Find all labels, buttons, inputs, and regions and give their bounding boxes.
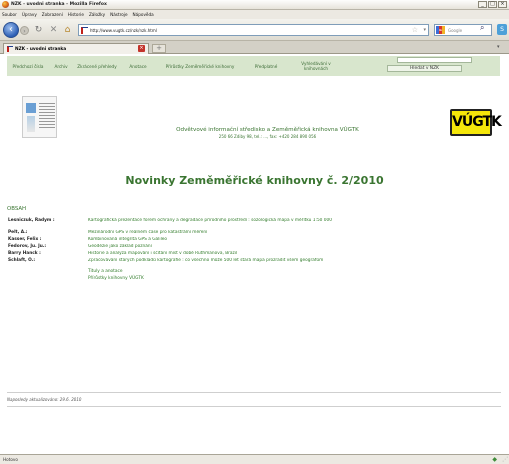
- tab-close-icon[interactable]: ×: [138, 45, 145, 52]
- organization-name: Odvětvové informační středisko a Zeměměř…: [176, 127, 359, 133]
- home-icon[interactable]: ⌂: [62, 25, 73, 36]
- window-title: NZK - uvodni stranka - Mozilla Firefox: [11, 2, 107, 7]
- item-title-link[interactable]: Geodézie jako základ poznání: [88, 244, 503, 249]
- list-item: Barry Hanck : Historie a analýza mapován…: [8, 251, 503, 258]
- menu-zalozky[interactable]: Záložky: [89, 12, 105, 17]
- stop-icon[interactable]: ✕: [48, 25, 59, 36]
- menu-upravy[interactable]: Úpravy: [22, 12, 37, 17]
- list-item: Schlaft, O.: Zpracovávání starých podkla…: [8, 258, 503, 265]
- search-icon[interactable]: ⌕: [480, 23, 484, 33]
- security-status-icon[interactable]: ◆: [492, 456, 497, 463]
- navigation-toolbar: ‹ › ↻ ✕ ⌂ http://www.vugtk.cz/nzk/nzk.ht…: [0, 19, 509, 41]
- nav-vyhledavani[interactable]: Vyhledávání v knihovnách: [287, 61, 345, 71]
- item-author: Barry Hanck :: [8, 251, 41, 256]
- nav-predplatne[interactable]: Předplatné: [245, 64, 287, 69]
- item-author: Schlaft, O.:: [8, 258, 36, 263]
- bookmark-star-icon[interactable]: ☆: [412, 26, 418, 34]
- search-engine-icon[interactable]: G: [436, 26, 445, 34]
- status-text: Hotovo: [3, 457, 18, 462]
- item-author: Fedorov, Ju. Ju.:: [8, 244, 47, 249]
- window-controls: _ □ ×: [478, 1, 507, 8]
- list-item: Pelt, A.: Mezinárodní GPS v reálném čase…: [8, 230, 503, 237]
- item-title-link[interactable]: Zpracovávání starých podkladů kartografi…: [88, 258, 503, 263]
- list-item: Lesniczuk, Radym : Kartografická prezent…: [8, 218, 503, 230]
- item-author: Lesniczuk, Radym :: [8, 218, 55, 223]
- page-title: Novinky Zeměměřické knihovny č. 2/2010: [125, 174, 384, 187]
- search-input[interactable]: Google: [448, 28, 462, 33]
- url-text[interactable]: http://www.vugtk.cz/nzk/nzk.html: [90, 28, 157, 33]
- tab-label: NZK - uvodni stranka: [15, 46, 67, 52]
- menu-zobrazeni[interactable]: Zobrazení: [42, 12, 63, 17]
- url-dropdown-icon[interactable]: ▾: [423, 27, 426, 33]
- contents-list: Lesniczuk, Radym : Kartografická prezent…: [8, 218, 503, 265]
- resize-grip-icon[interactable]: ⋰: [502, 456, 508, 463]
- site-search-input[interactable]: [397, 57, 472, 63]
- tab-favicon-icon: [7, 46, 13, 52]
- vugtk-logo: VÚGTK: [450, 109, 502, 136]
- tab-nzk[interactable]: NZK - uvodni stranka ×: [3, 43, 149, 54]
- item-author: Kasser, Felix :: [8, 237, 42, 242]
- page-content: Předchozí čísla Archiv Zkrácené přehledy…: [0, 54, 509, 454]
- menu-historie[interactable]: Historie: [68, 12, 84, 17]
- firefox-logo-icon: [2, 1, 9, 8]
- site-favicon-icon: [81, 26, 88, 34]
- organization-address: 250 66 Zdiby 98, tel.: ..., fax: +420 28…: [218, 134, 317, 139]
- tituly-anotace-link[interactable]: Tituly a anotace: [88, 269, 123, 274]
- last-updated: Naposledy aktualizováno: 29.6. 2010: [7, 397, 82, 402]
- close-window-button[interactable]: ×: [498, 1, 507, 8]
- item-author: Pelt, A.:: [8, 230, 28, 235]
- list-item: Fedorov, Ju. Ju.: Geodézie jako základ p…: [8, 244, 503, 251]
- prirustky-knihovny-link[interactable]: Přírůstky knihovny VÚGTK: [88, 276, 144, 281]
- nav-archiv[interactable]: Archiv: [49, 64, 73, 69]
- menu-soubor[interactable]: Soubor: [2, 12, 17, 17]
- divider: [7, 392, 501, 393]
- nav-anotace[interactable]: Anotace: [121, 64, 155, 69]
- tab-bar: NZK - uvodni stranka × + ▾: [0, 41, 509, 54]
- reload-icon[interactable]: ↻: [33, 25, 44, 36]
- site-search-button[interactable]: Hledat v NZK: [387, 65, 462, 72]
- item-title-link[interactable]: Kombinovaná integrita GPS a Galileo: [88, 237, 503, 242]
- maximize-button[interactable]: □: [488, 1, 497, 8]
- window-title-bar: NZK - uvodni stranka - Mozilla Firefox _…: [0, 0, 509, 10]
- tab-list-icon[interactable]: ▾: [497, 44, 505, 52]
- nav-predchozi-cisla[interactable]: Předchozí čísla: [7, 64, 49, 69]
- nav-prirustky[interactable]: Přírůstky Zeměměřické knihovny: [155, 64, 245, 69]
- item-title-link[interactable]: Mezinárodní GPS v reálném čase pro katas…: [88, 230, 503, 235]
- address-bar[interactable]: http://www.vugtk.cz/nzk/nzk.html ☆ ▾: [78, 24, 429, 36]
- back-arrow-icon[interactable]: ‹: [3, 22, 19, 38]
- minimize-button[interactable]: _: [478, 1, 487, 8]
- contents-heading: OBSAH: [7, 206, 27, 212]
- forward-arrow-icon[interactable]: ›: [20, 26, 29, 35]
- menu-nastroje[interactable]: Nástroje: [110, 12, 127, 17]
- divider: [7, 406, 501, 407]
- list-item: Kasser, Felix : Kombinovaná integrita GP…: [8, 237, 503, 244]
- cover-thumbnail[interactable]: [22, 96, 57, 138]
- new-tab-button[interactable]: +: [152, 44, 166, 53]
- item-title-link[interactable]: Kartografická prezentace forem ochrany a…: [88, 218, 503, 223]
- menu-bar: Soubor Úpravy Zobrazení Historie Záložky…: [0, 10, 509, 19]
- menu-napoveda[interactable]: Nápověda: [133, 12, 154, 17]
- status-bar: Hotovo ◆ ⋰: [0, 454, 509, 464]
- nav-zkracene-prehledy[interactable]: Zkrácené přehledy: [73, 64, 121, 69]
- item-title-link[interactable]: Historie a analýza mapování i sčítání mí…: [88, 251, 503, 256]
- addon-icon[interactable]: S: [497, 24, 507, 35]
